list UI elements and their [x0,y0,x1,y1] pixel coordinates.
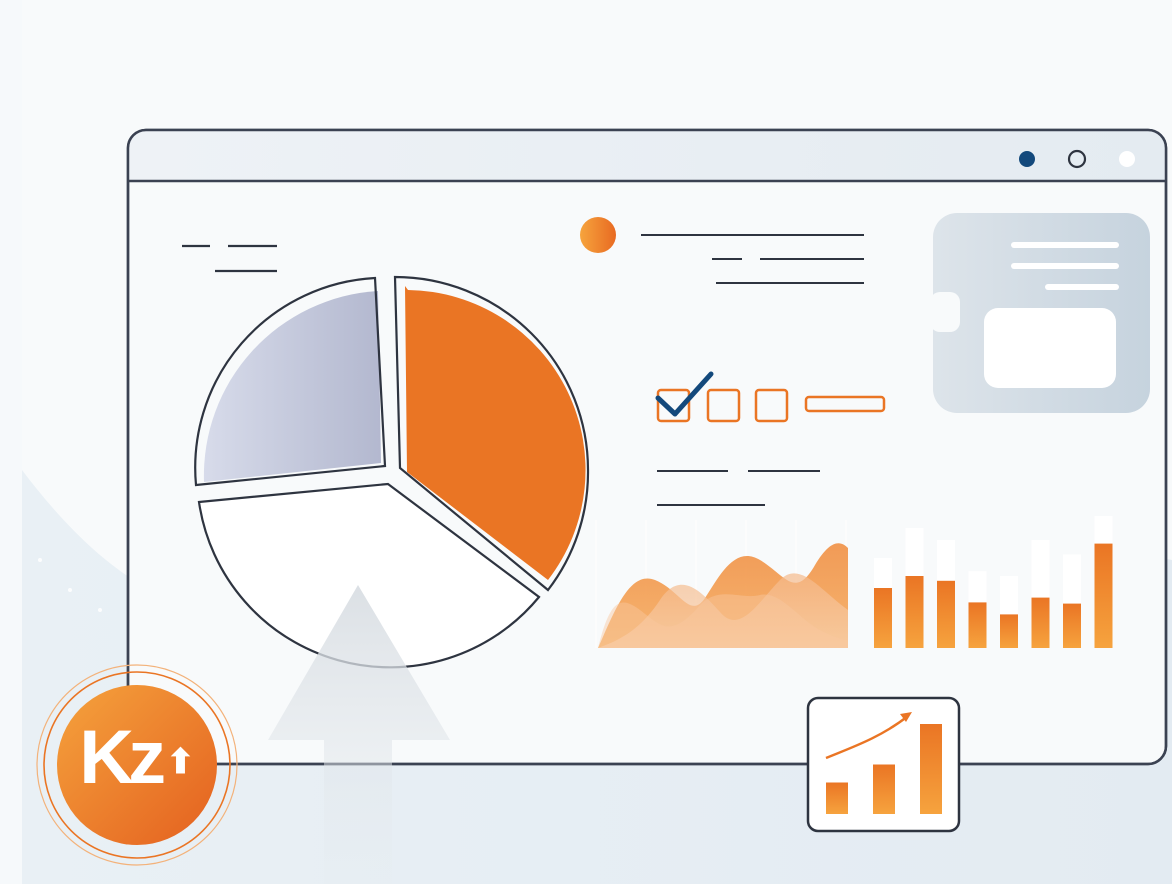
overlay-layer [36,585,961,884]
arrow-up-graphic [268,585,450,884]
trend-bar [920,724,942,814]
kz-badge [36,664,238,866]
trend-chart-icon [806,696,961,833]
trend-bar [873,764,895,814]
trend-bar [826,782,848,814]
